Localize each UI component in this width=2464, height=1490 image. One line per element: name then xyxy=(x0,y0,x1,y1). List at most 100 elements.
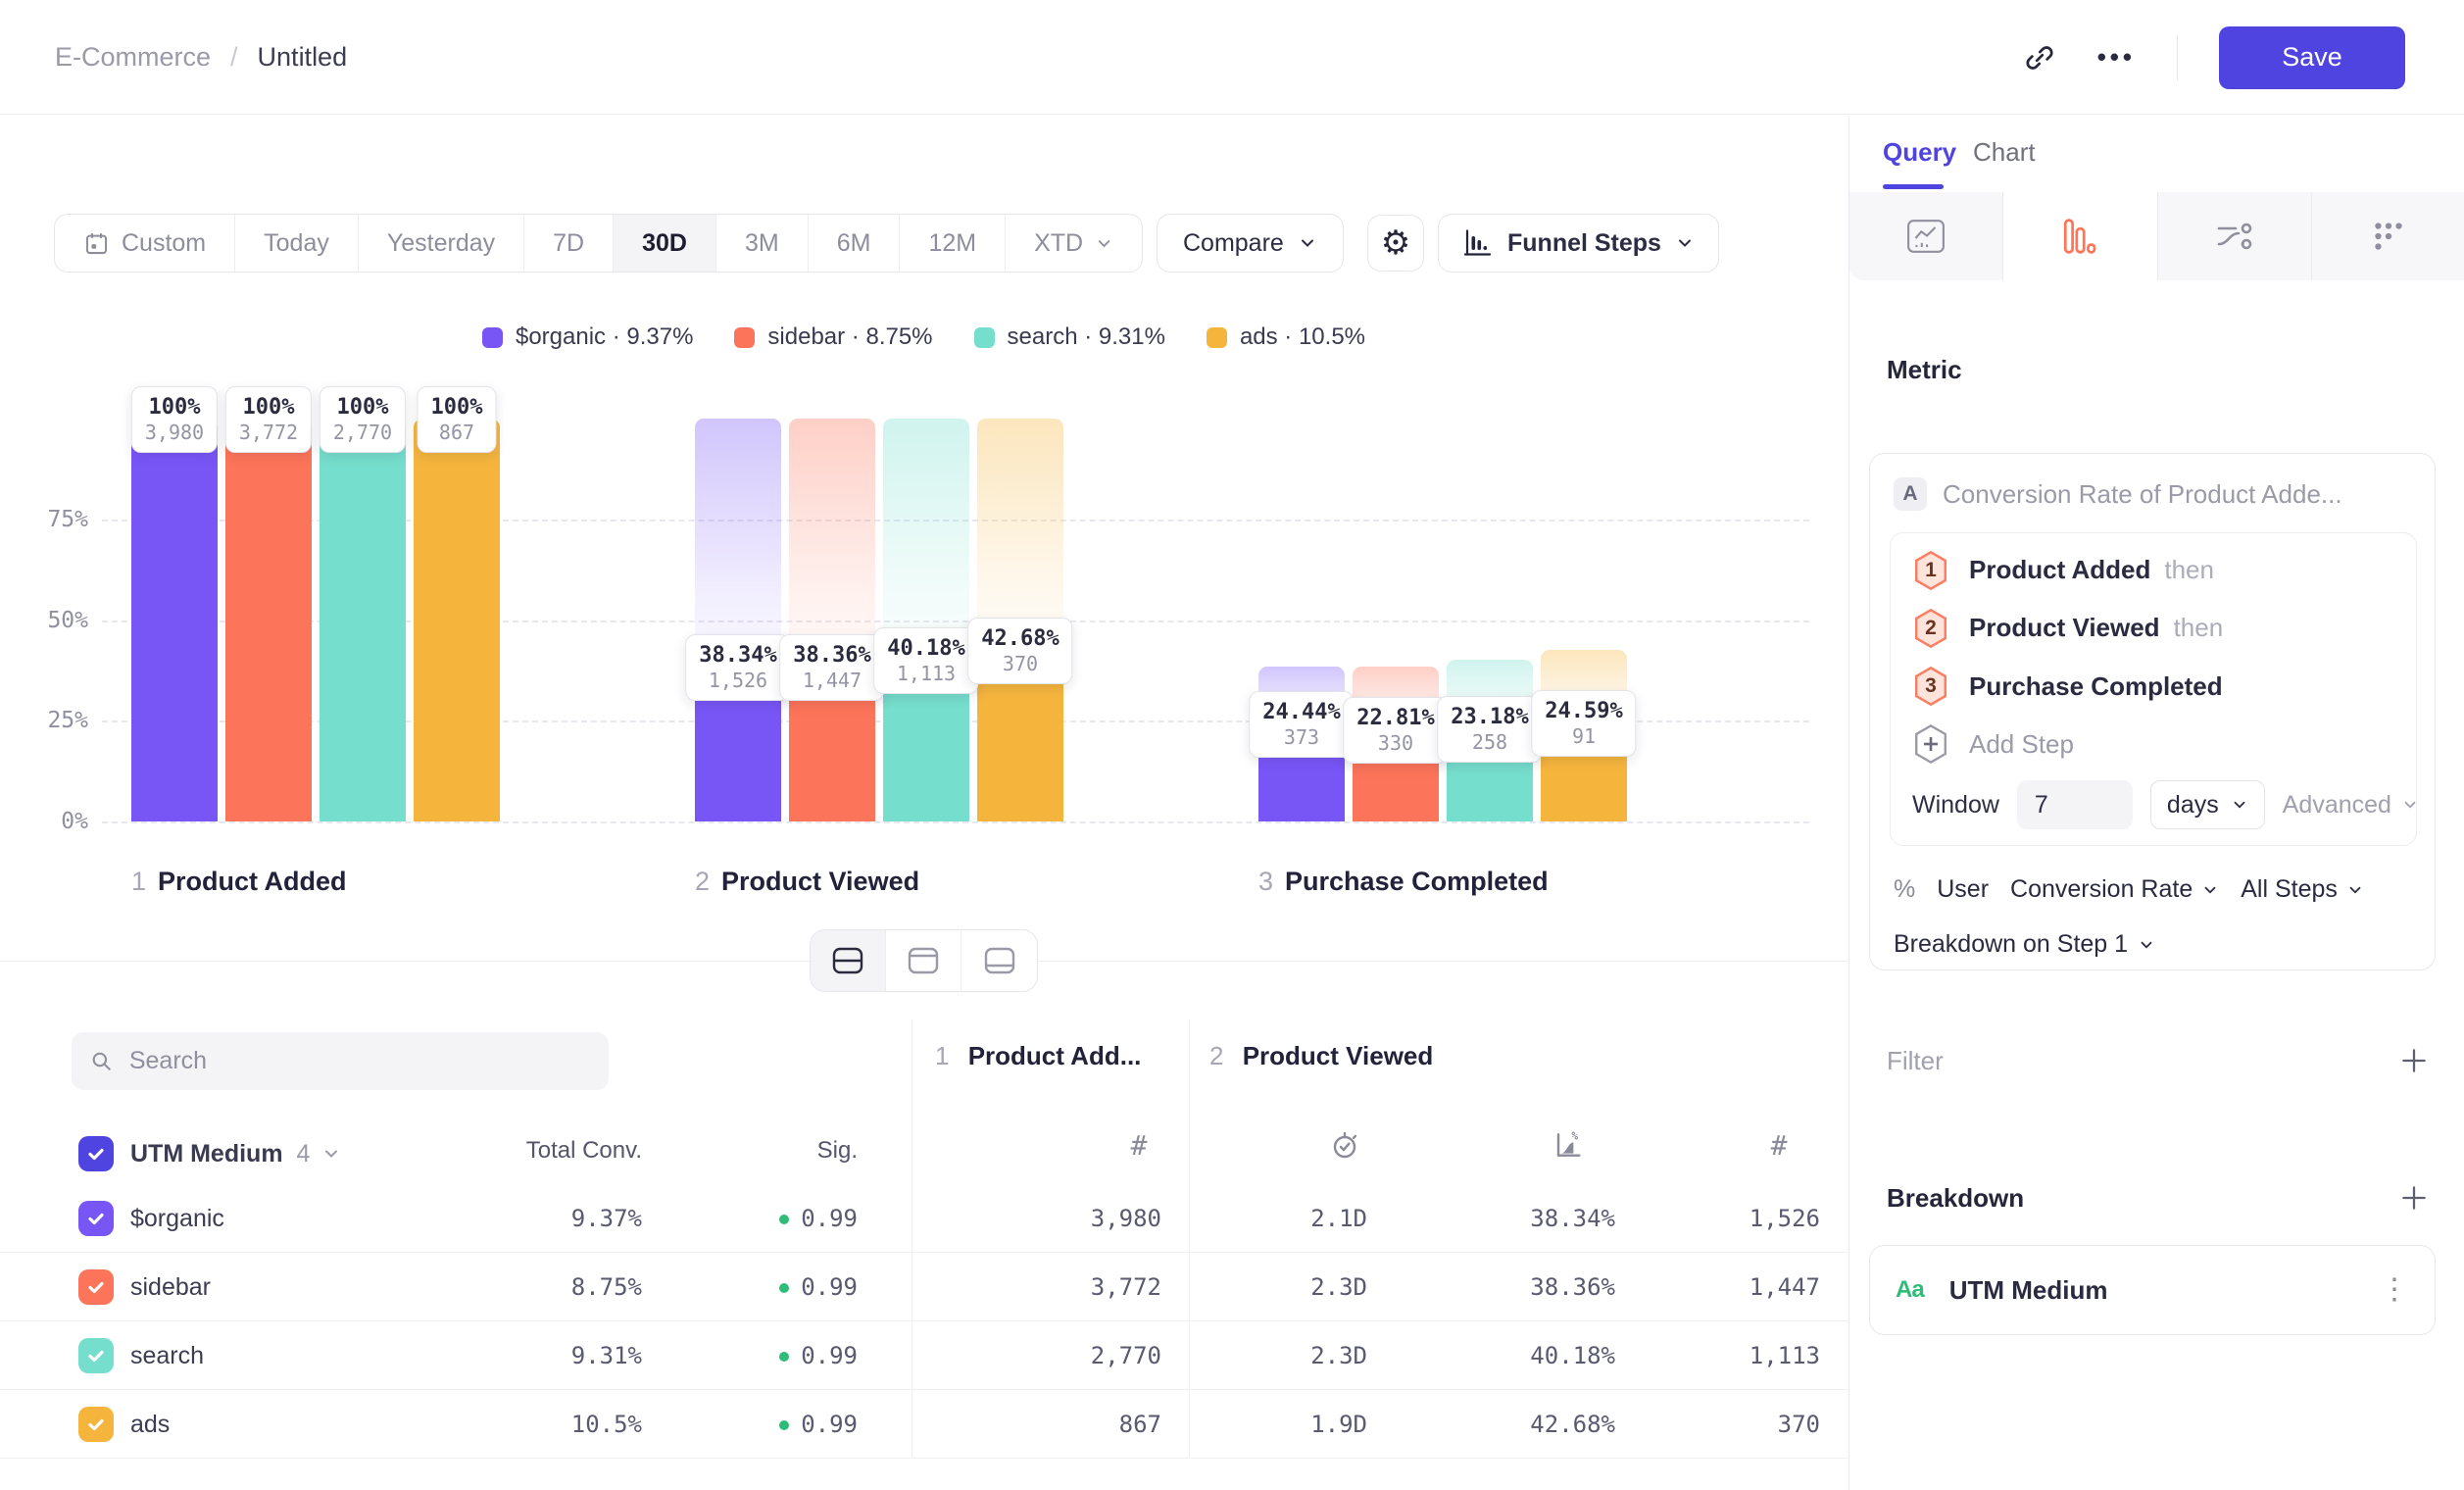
tab-query[interactable]: Query xyxy=(1883,137,1956,168)
range-custom[interactable]: Custom xyxy=(55,215,235,272)
significance-dot xyxy=(779,1420,789,1430)
y-axis-tick: 0% xyxy=(14,807,88,836)
legend-item-ads[interactable]: ads · 10.5% xyxy=(1207,323,1365,351)
table-row-$organic[interactable]: $organic9.37%0.993,9802.1D38.34%1,526 xyxy=(0,1184,1848,1253)
window-value-input[interactable] xyxy=(2017,780,2133,829)
range-3m[interactable]: 3M xyxy=(716,215,809,272)
breakdown-property-card[interactable]: Aa UTM Medium ⋮ xyxy=(1869,1245,2436,1335)
flows-chart-tab[interactable] xyxy=(2158,192,2312,280)
step-number: 1 xyxy=(131,867,146,896)
chart-percent-icon: % xyxy=(1552,1129,1584,1161)
gear-icon: ⚙ xyxy=(1381,224,1410,263)
add-breakdown-button[interactable] xyxy=(2398,1182,2430,1214)
metric-card: A Conversion Rate of Product Adde... 1 P… xyxy=(1869,453,2436,970)
chevron-down-icon xyxy=(2401,796,2419,814)
cell-step2_rate: 42.68% xyxy=(1392,1390,1615,1459)
top-view-button[interactable] xyxy=(886,930,961,991)
range-30d[interactable]: 30D xyxy=(614,215,716,272)
chip-rate: 100% xyxy=(333,395,392,420)
tab-chart[interactable]: Chart xyxy=(1973,137,2036,168)
time-to-convert-column-icon xyxy=(1323,1129,1366,1161)
breakdown-section: Breakdown xyxy=(1887,1182,2430,1214)
window-unit-select[interactable]: days xyxy=(2150,780,2265,829)
query-step-3[interactable]: 3 Purchase Completed xyxy=(1891,657,2416,715)
compare-button[interactable]: Compare xyxy=(1157,214,1344,273)
table-row-ads[interactable]: ads10.5%0.998671.9D42.68%370 xyxy=(0,1390,1848,1459)
cell-total: 9.37% xyxy=(421,1184,642,1253)
range-12m[interactable]: 12M xyxy=(900,215,1006,272)
sig-header[interactable]: Sig. xyxy=(676,1137,858,1165)
measure-metric-dropdown[interactable]: Conversion Rate xyxy=(2010,875,2219,904)
cell-step2_time: 1.9D xyxy=(1201,1390,1367,1459)
range-yesterday[interactable]: Yesterday xyxy=(359,215,524,272)
more-menu-button[interactable]: ••• xyxy=(2097,42,2136,73)
select-all-checkbox[interactable] xyxy=(78,1136,114,1171)
table-row-sidebar[interactable]: sidebar8.75%0.993,7722.3D38.36%1,447 xyxy=(0,1253,1848,1321)
cell-step1_count: 2,770 xyxy=(926,1321,1161,1390)
breakdown-on-dropdown[interactable]: Breakdown on Step 1 xyxy=(1894,930,2155,959)
range-7d[interactable]: 7D xyxy=(524,215,614,272)
cell-step2_count: 1,526 xyxy=(1624,1184,1820,1253)
chevron-down-icon xyxy=(2231,796,2248,814)
chip-count: 1,447 xyxy=(793,669,870,692)
count-column-icon: # xyxy=(1757,1129,1800,1162)
measure-entity[interactable]: User xyxy=(1937,875,1989,904)
kebab-menu-icon[interactable]: ⋮ xyxy=(2380,1280,2409,1300)
row-checkbox-sidebar[interactable] xyxy=(78,1269,114,1305)
breakdown-property-name: UTM Medium xyxy=(1949,1275,2108,1306)
legend-item-$organic[interactable]: $organic · 9.37% xyxy=(482,323,693,351)
breadcrumb-report-title[interactable]: Untitled xyxy=(258,42,348,73)
retention-chart-tab[interactable] xyxy=(2312,192,2464,280)
save-button[interactable]: Save xyxy=(2219,26,2405,89)
add-filter-button[interactable] xyxy=(2398,1045,2430,1076)
chart-type-tabs xyxy=(1849,192,2464,280)
split-view-button[interactable] xyxy=(811,930,886,991)
metric-label: Conversion Rate of Product Adde... xyxy=(1943,479,2342,510)
y-axis-tick: 50% xyxy=(14,606,88,635)
query-panel: Query Chart Metric A Conversion Rate of … xyxy=(1848,116,2464,1490)
chevron-down-icon xyxy=(2346,881,2364,899)
check-icon xyxy=(84,1207,108,1230)
insights-chart-tab[interactable] xyxy=(1849,192,2003,280)
step-label-2: 2Product Viewed xyxy=(695,867,919,897)
chip-rate: 100% xyxy=(145,395,204,420)
table-row-search[interactable]: search9.31%0.992,7702.3D40.18%1,113 xyxy=(0,1321,1848,1390)
plus-icon xyxy=(2398,1045,2430,1076)
chip-count: 258 xyxy=(1451,730,1528,754)
funnel-chart: 75%50%25%0%100%3,980100%3,772100%2,77010… xyxy=(0,382,1848,941)
chart-mode-dropdown[interactable]: Funnel Steps xyxy=(1438,214,1719,273)
row-checkbox-ads[interactable] xyxy=(78,1407,114,1442)
breadcrumb-project[interactable]: E-Commerce xyxy=(55,42,211,73)
breakdown-column-header[interactable]: UTM Medium 4 xyxy=(78,1123,341,1184)
cell-step2_count: 1,113 xyxy=(1624,1321,1820,1390)
chip-count: 370 xyxy=(981,652,1059,675)
search-input[interactable] xyxy=(129,1047,591,1075)
row-checkbox-search[interactable] xyxy=(78,1338,114,1373)
query-step-2[interactable]: 2 Product Viewed then xyxy=(1891,599,2416,657)
bottom-view-button[interactable] xyxy=(961,930,1037,991)
chevron-down-icon xyxy=(1675,233,1695,253)
legend-label: search · 9.31% xyxy=(1008,323,1165,351)
range-xtd[interactable]: XTD xyxy=(1006,215,1142,272)
copy-link-button[interactable] xyxy=(2023,41,2056,74)
total-conv-header[interactable]: Total Conv. xyxy=(421,1137,642,1165)
legend-item-sidebar[interactable]: sidebar · 8.75% xyxy=(734,323,932,351)
layout-toggle xyxy=(810,929,1038,992)
cell-step2_rate: 38.34% xyxy=(1392,1184,1615,1253)
range-6m[interactable]: 6M xyxy=(809,215,901,272)
advanced-toggle[interactable]: Advanced xyxy=(2283,791,2419,820)
query-step-1[interactable]: 1 Product Added then xyxy=(1891,541,2416,599)
chart-settings-button[interactable]: ⚙ xyxy=(1367,215,1424,272)
add-step-button[interactable]: Add Step xyxy=(1891,716,2416,773)
legend-item-search[interactable]: search · 9.31% xyxy=(974,323,1165,351)
measure-scope-dropdown[interactable]: All Steps xyxy=(2241,875,2364,904)
chevron-down-icon xyxy=(1298,233,1317,253)
range-today[interactable]: Today xyxy=(235,215,359,272)
row-checkbox-$organic[interactable] xyxy=(78,1201,114,1236)
check-icon xyxy=(84,1142,108,1166)
step-number-hexagon: 3 xyxy=(1912,666,1949,707)
value-chip-step3-search: 23.18%258 xyxy=(1437,696,1542,763)
funnels-chart-tab[interactable] xyxy=(2003,192,2157,280)
window-label: Window xyxy=(1912,791,1999,820)
metric-label-row[interactable]: A Conversion Rate of Product Adde... xyxy=(1894,477,2413,511)
